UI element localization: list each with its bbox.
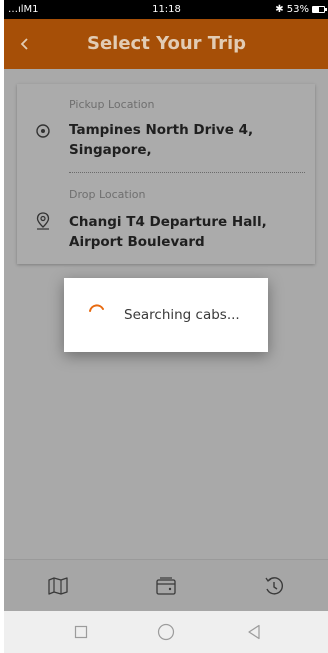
loading-dialog: Searching cabs... (64, 278, 268, 352)
drop-label: Drop Location (69, 188, 146, 201)
map-icon[interactable] (44, 572, 72, 600)
app-screen: …ılM1 11:18 ✱ 53% Select Your Trip Picku… (4, 0, 328, 653)
drop-line-2: Airport Boulevard (69, 234, 205, 250)
recent-apps-icon[interactable] (71, 622, 91, 642)
pickup-line-2: Singapore, (69, 142, 152, 158)
loading-message: Searching cabs... (124, 307, 240, 323)
app-bar: Select Your Trip (4, 19, 328, 69)
bottom-nav (4, 559, 328, 611)
pickup-location[interactable]: Tampines North Drive 4, Singapore, (69, 120, 253, 160)
target-icon (34, 122, 52, 140)
map-pin-icon (34, 212, 52, 230)
battery-icon (312, 6, 327, 13)
back-icon[interactable] (244, 622, 264, 642)
home-icon[interactable] (156, 622, 176, 642)
history-icon[interactable] (260, 572, 288, 600)
wallet-icon[interactable] (152, 572, 180, 600)
pickup-line-1: Tampines North Drive 4, (69, 122, 254, 138)
battery-percent: ✱ 53% (275, 4, 309, 15)
pickup-label: Pickup Location (69, 98, 155, 111)
page-title: Select Your Trip (86, 33, 247, 54)
trip-card: Pickup Location Tampines North Drive 4, … (17, 84, 315, 264)
status-bar: …ılM1 11:18 ✱ 53% (4, 0, 328, 19)
drop-line-1: Changi T4 Departure Hall, (69, 214, 267, 230)
divider (69, 172, 305, 173)
spinner-icon (86, 301, 108, 323)
drop-location[interactable]: Changi T4 Departure Hall, Airport Boulev… (69, 212, 267, 252)
system-nav-bar (4, 611, 328, 653)
